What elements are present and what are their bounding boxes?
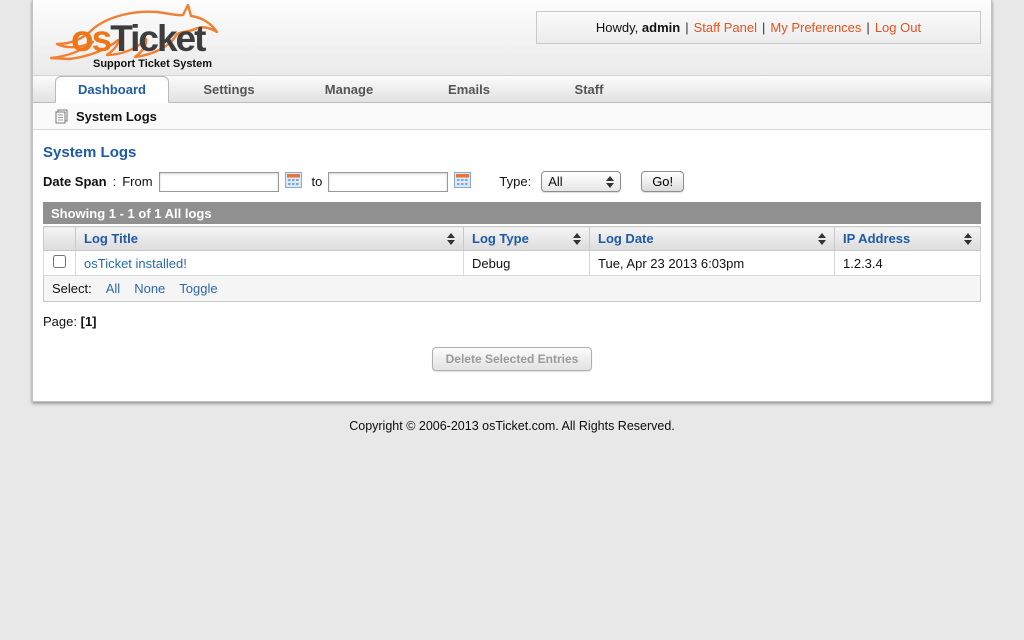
my-preferences-link[interactable]: My Preferences [770,20,861,35]
calendar-icon[interactable] [285,172,302,191]
log-out-link[interactable]: Log Out [875,20,921,35]
row-checkbox[interactable] [53,255,66,268]
logo-wordmark: osTicket [71,18,204,60]
date-span-filter: Date Span: From to [43,171,981,192]
current-page[interactable]: [1] [81,314,97,329]
username: admin [642,20,680,35]
button-row: Delete Selected Entries [43,347,981,371]
tab-manage[interactable]: Manage [289,78,409,102]
separator: | [685,20,688,35]
type-select-value: All [548,174,606,189]
page-title: System Logs [43,144,981,161]
osticket-logo: osTicket Support Ticket System [41,2,271,74]
header: osTicket Support Ticket System Howdy, ad… [33,0,991,76]
showing-bar: Showing 1 - 1 of 1 All logs [43,202,981,224]
tab-settings[interactable]: Settings [169,78,289,102]
column-header-log-type[interactable]: Log Type [464,227,590,251]
sort-icon[interactable] [964,233,972,245]
pagination: Page: [1] [43,314,981,329]
logo-ticket: Ticket [110,18,204,59]
log-type-cell: Debug [464,251,590,276]
tab-emails[interactable]: Emails [409,78,529,102]
tab-staff[interactable]: Staff [529,78,649,102]
sort-icon[interactable] [573,233,581,245]
logo-tagline: Support Ticket System [93,58,212,70]
nav-tabbar: Dashboard Settings Manage Emails Staff [33,76,991,103]
type-select[interactable]: All [541,171,621,192]
log-date-cell: Tue, Apr 23 2013 6:03pm [590,251,835,276]
checkbox-column-header [44,227,76,251]
main-content: System Logs Date Span: From to [33,130,991,401]
column-header-log-date[interactable]: Log Date [590,227,835,251]
copyright-footer: Copyright © 2006-2013 osTicket.com. All … [0,402,1024,433]
date-span-label: Date Span [43,174,107,189]
greeting-text: Howdy, [596,20,638,35]
sort-icon[interactable] [818,233,826,245]
calendar-icon[interactable] [454,172,471,191]
table-header-row: Log Title Log Type Log Date IP Address [44,227,981,251]
page-container: osTicket Support Ticket System Howdy, ad… [32,0,992,402]
select-label: Select: [52,281,92,296]
ip-address-cell: 1.2.3.4 [835,251,981,276]
table-row: osTicket installed! Debug Tue, Apr 23 20… [44,251,981,276]
select-toggle-link[interactable]: Toggle [179,281,217,296]
column-header-log-title[interactable]: Log Title [76,227,464,251]
column-header-ip-address[interactable]: IP Address [835,227,981,251]
from-date-input[interactable] [159,172,279,192]
user-bar: Howdy, admin | Staff Panel | My Preferen… [536,11,981,44]
select-stepper-icon [606,176,614,188]
go-button[interactable]: Go! [641,171,684,192]
logs-table: Log Title Log Type Log Date IP Address [43,226,981,276]
separator: | [762,20,765,35]
select-none-link[interactable]: None [134,281,165,296]
log-title-link[interactable]: osTicket installed! [84,256,187,271]
separator: | [866,20,869,35]
colon: : [113,174,117,189]
breadcrumb: System Logs [33,103,991,130]
tab-dashboard[interactable]: Dashboard [55,76,169,103]
to-date-input[interactable] [328,172,448,192]
logo-os: os [71,18,110,59]
type-label: Type: [499,174,531,189]
sort-icon[interactable] [447,233,455,245]
select-controls: Select: All None Toggle [43,276,981,302]
select-all-link[interactable]: All [106,281,120,296]
page-label: Page: [43,314,77,329]
from-label: From [122,174,152,189]
breadcrumb-label: System Logs [76,109,157,124]
delete-selected-entries-button[interactable]: Delete Selected Entries [432,347,593,371]
log-document-icon [55,109,69,124]
staff-panel-link[interactable]: Staff Panel [694,20,757,35]
to-label: to [312,174,323,189]
